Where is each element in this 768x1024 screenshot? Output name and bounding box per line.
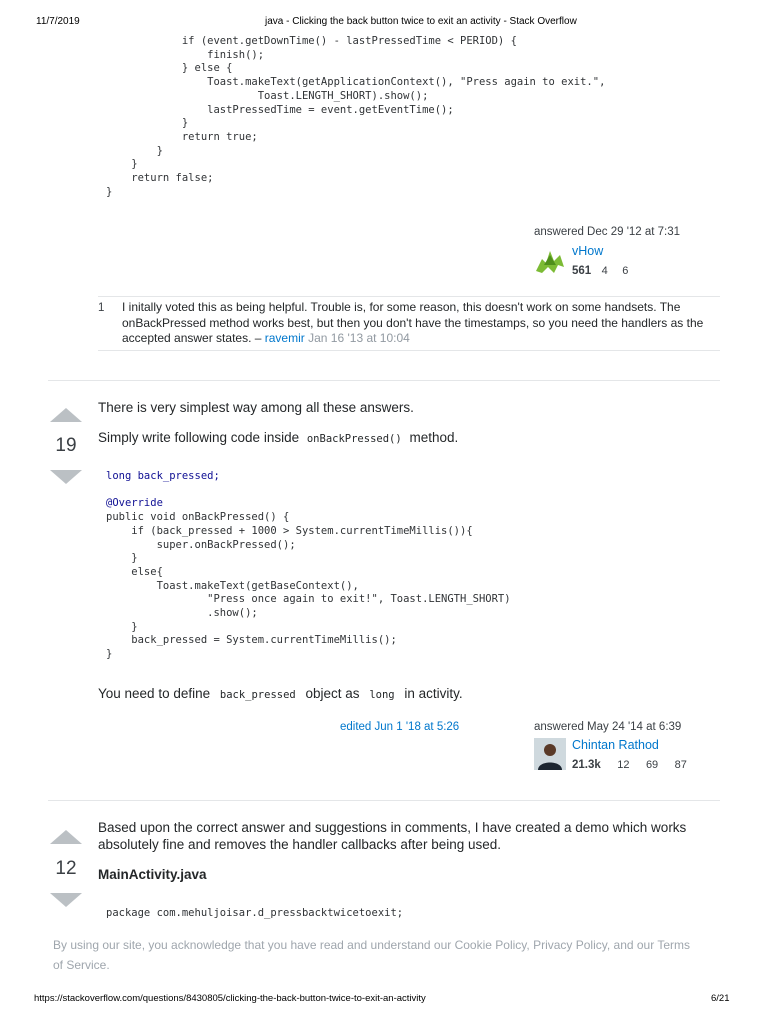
silver-badge-count: 4 (601, 265, 608, 277)
answered-timestamp: answered Dec 29 '12 at 7:31 (534, 226, 681, 238)
code-line: } (106, 117, 189, 130)
code-line: @Override (106, 497, 163, 510)
comment-author-link[interactable]: ravemir (265, 331, 305, 345)
code-line: lastPressedTime = event.getEventTime(); (106, 103, 454, 116)
code-line: if (event.getDownTime() - lastPressedTim… (106, 35, 517, 47)
code-line: package com.mehuljoisar.d_pressbacktwice… (106, 907, 404, 919)
print-url: https://stackoverflow.com/questions/8430… (34, 993, 426, 1004)
answer1-code-block: if (event.getDownTime() - lastPressedTim… (106, 35, 605, 199)
upvote-arrow-icon[interactable] (50, 408, 82, 422)
text-span: object as (305, 686, 360, 701)
code-line: .show(); (106, 607, 258, 620)
answer2-code-block: long back_pressed; @Override public void… (106, 470, 511, 662)
user-avatar[interactable] (534, 245, 566, 275)
text-span: Simply write following code inside (98, 430, 300, 445)
answered-timestamp: answered May 24 '14 at 6:39 (534, 721, 682, 733)
answer2-paragraph-2: Simply write following code inside onBac… (98, 429, 458, 448)
answer2-paragraph-3: You need to define back_pressed object a… (98, 685, 463, 704)
code-line: back_pressed = System.currentTimeMillis(… (106, 634, 397, 647)
code-line: Toast.makeText(getBaseContext(), (106, 579, 359, 592)
bronze-badge-count: 87 (674, 759, 687, 771)
avatar-photo-icon (534, 738, 566, 770)
user-name-link[interactable]: vHow (572, 244, 603, 258)
downvote-arrow-icon[interactable] (50, 893, 82, 907)
text-span: in activity. (404, 686, 463, 701)
comment-date: Jan 16 '13 at 10:04 (308, 331, 410, 345)
code-line: } (106, 552, 138, 565)
code-line: super.onBackPressed(); (106, 538, 296, 551)
comment-bottom-divider (98, 350, 720, 351)
code-line: } (106, 620, 138, 633)
code-line: return true; (106, 130, 258, 143)
text-span: You need to define (98, 686, 211, 701)
answer3-paragraph: Based upon the correct answer and sugges… (98, 820, 687, 852)
code-line: public void onBackPressed() { (106, 511, 290, 524)
answer-divider (48, 380, 720, 381)
reputation-score: 561 (572, 265, 592, 277)
inline-code: long (369, 689, 395, 701)
reputation-score: 21.3k (572, 759, 601, 771)
user-avatar[interactable] (534, 738, 566, 770)
print-title: java - Clicking the back button twice to… (265, 16, 577, 27)
comment: I initally voted this as being helpful. … (122, 300, 722, 347)
code-line: if (back_pressed + 1000 > System.current… (106, 524, 473, 537)
file-heading: MainActivity.java (98, 867, 207, 882)
print-date: 11/7/2019 (36, 16, 80, 27)
code-line: return false; (106, 172, 214, 185)
inline-code: back_pressed (219, 689, 296, 701)
code-line: } else { (106, 62, 233, 75)
user-name-link[interactable]: Chintan Rathod (572, 738, 659, 752)
vote-count: 12 (55, 858, 77, 879)
comment-divider (98, 296, 720, 297)
upvote-arrow-icon[interactable] (50, 830, 82, 844)
text-span: method. (409, 430, 459, 445)
answer3-code-block: package com.mehuljoisar.d_pressbacktwice… (106, 907, 403, 921)
cookie-notice-text: By using our site, you acknowledge that … (53, 938, 691, 972)
code-line: "Press once again to exit!", Toast.LENGT… (106, 593, 511, 606)
code-line: long back_pressed; (106, 470, 220, 482)
bronze-badge-count: 6 (622, 265, 629, 277)
answer-divider (48, 800, 720, 801)
code-line: finish(); (106, 48, 265, 61)
comment-score: 1 (98, 302, 105, 314)
edited-link[interactable]: edited Jun 1 '18 at 5:26 (340, 721, 459, 733)
inline-code: onBackPressed() (306, 433, 402, 445)
code-line: else{ (106, 565, 163, 578)
code-line: Toast.makeText(getApplicationContext(), … (106, 76, 606, 89)
avatar-identicon-icon (536, 251, 564, 273)
code-line: Toast.LENGTH_SHORT).show(); (106, 89, 429, 102)
user-flair: 561 4 6 (572, 261, 628, 279)
vote-count: 19 (55, 435, 77, 456)
print-page-number: 6/21 (711, 993, 730, 1004)
user-flair: 21.3k 12 69 87 (572, 755, 687, 773)
code-line: } (106, 648, 113, 661)
code-line: } (106, 144, 163, 157)
silver-badge-count: 69 (645, 759, 659, 771)
comment-text: I initally voted this as being helpful. … (122, 300, 704, 345)
gold-badge-count: 12 (617, 759, 630, 771)
downvote-arrow-icon[interactable] (50, 470, 82, 484)
answer2-paragraph: There is very simplest way among all the… (98, 400, 414, 415)
code-line: } (106, 158, 138, 171)
code-line: } (106, 185, 113, 198)
